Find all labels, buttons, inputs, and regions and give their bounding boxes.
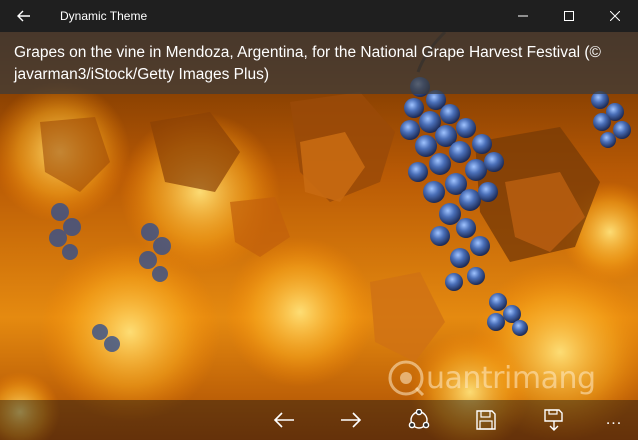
window-title: Dynamic Theme	[60, 9, 148, 23]
back-button[interactable]	[0, 0, 48, 32]
title-bar: Dynamic Theme	[0, 0, 638, 32]
app-window: Dynamic Theme Grapes on the vine in Mend…	[0, 0, 638, 440]
maximize-icon	[564, 11, 574, 21]
close-button[interactable]	[592, 0, 638, 32]
save-button[interactable]	[464, 400, 508, 440]
download-button[interactable]	[532, 400, 576, 440]
next-button[interactable]	[329, 400, 373, 440]
minimize-icon	[518, 15, 528, 17]
photo-caption: Grapes on the vine in Mendoza, Argentina…	[14, 44, 601, 83]
previous-button[interactable]	[262, 400, 306, 440]
share-icon	[408, 409, 430, 429]
more-button[interactable]: ...	[592, 400, 636, 440]
minimize-button[interactable]	[500, 0, 546, 32]
save-icon	[476, 410, 496, 430]
arrow-left-icon	[17, 10, 30, 22]
close-icon	[610, 11, 620, 21]
more-icon: ...	[605, 411, 623, 428]
watermark-logo-icon	[388, 360, 425, 397]
watermark-text: uantrimang	[426, 360, 596, 396]
download-icon	[544, 409, 563, 431]
previous-icon	[273, 412, 294, 428]
share-button[interactable]	[397, 400, 441, 440]
maximize-button[interactable]	[546, 0, 592, 32]
next-icon	[341, 412, 362, 428]
watermark: uantrimang	[386, 358, 596, 398]
command-bar: ...	[0, 400, 638, 440]
